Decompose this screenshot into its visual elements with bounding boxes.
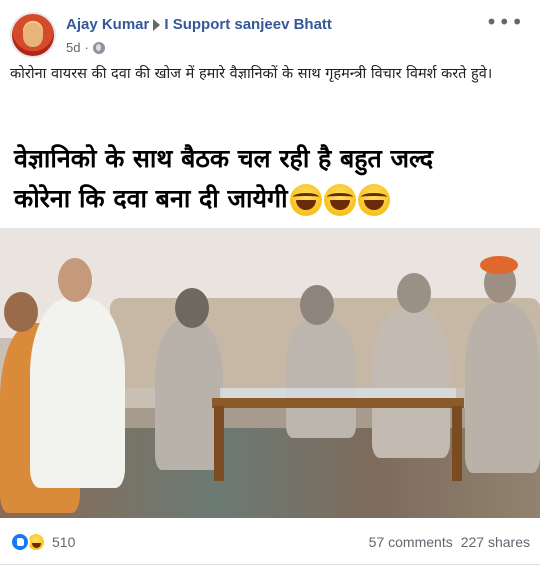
laughing-tears-emoji: [289, 184, 322, 216]
saffron-turban: [480, 256, 518, 274]
post-card: Ajay Kumar I Support sanjeev Bhatt 5d · •…: [0, 0, 540, 568]
arrow-right-icon: [153, 19, 161, 32]
post-stats: 57 comments 227 shares: [369, 534, 530, 550]
person-head: [175, 288, 209, 328]
globe-icon: [92, 41, 105, 54]
meme-text: वेज्ञानिको के साथ बैठक चल रही है बहुत जल…: [14, 139, 534, 219]
meme-line-2: कोरेना कि दवा बना दी जायेगी: [14, 184, 288, 213]
post-meta: 5d ·: [66, 40, 105, 55]
meme-line-1: वेज्ञानिको के साथ बैठक चल रही है बहुत जल…: [14, 144, 434, 173]
person-white-kurta: [30, 298, 125, 488]
group-name[interactable]: I Support sanjeev Bhatt: [164, 16, 332, 33]
person-head: [58, 258, 92, 302]
post-time[interactable]: 5d: [66, 40, 80, 55]
laughing-tears-emoji: [357, 184, 390, 216]
post-footer: 510 57 comments 227 shares: [0, 526, 540, 562]
person-head: [4, 292, 38, 332]
person-head: [300, 285, 334, 325]
comments-count[interactable]: 57 comments: [369, 534, 453, 550]
laughing-tears-emoji: [323, 184, 356, 216]
sadhu-2: [286, 318, 356, 438]
reactions-summary[interactable]: 510: [10, 532, 75, 552]
person-head: [397, 273, 431, 313]
footer-divider: [0, 564, 540, 565]
coffee-table: [212, 398, 464, 408]
emoji-group: [289, 184, 390, 216]
table-leg: [214, 406, 224, 481]
table-leg: [452, 406, 462, 481]
post-header: Ajay Kumar I Support sanjeev Bhatt 5d · •…: [10, 8, 530, 60]
like-reaction-icon: [10, 532, 30, 552]
author-name[interactable]: Ajay Kumar: [66, 16, 149, 33]
post-caption: कोरोना वायरस की दवा की खोज में हमारे वैज…: [10, 66, 493, 82]
author-avatar[interactable]: [10, 12, 56, 58]
sadhu-4: [465, 303, 540, 473]
author-line: Ajay Kumar I Support sanjeev Bhatt: [66, 16, 332, 33]
sadhu-1: [155, 320, 223, 470]
more-options-icon[interactable]: •••: [486, 12, 524, 32]
shares-count[interactable]: 227 shares: [461, 534, 530, 550]
meeting-photo: [0, 228, 540, 518]
table-top-glass: [220, 388, 456, 398]
reactions-count: 510: [52, 534, 76, 550]
sadhu-3: [372, 308, 450, 458]
post-image[interactable]: वेज्ञानिको के साथ बैठक चल रही है बहुत जल…: [0, 121, 540, 518]
